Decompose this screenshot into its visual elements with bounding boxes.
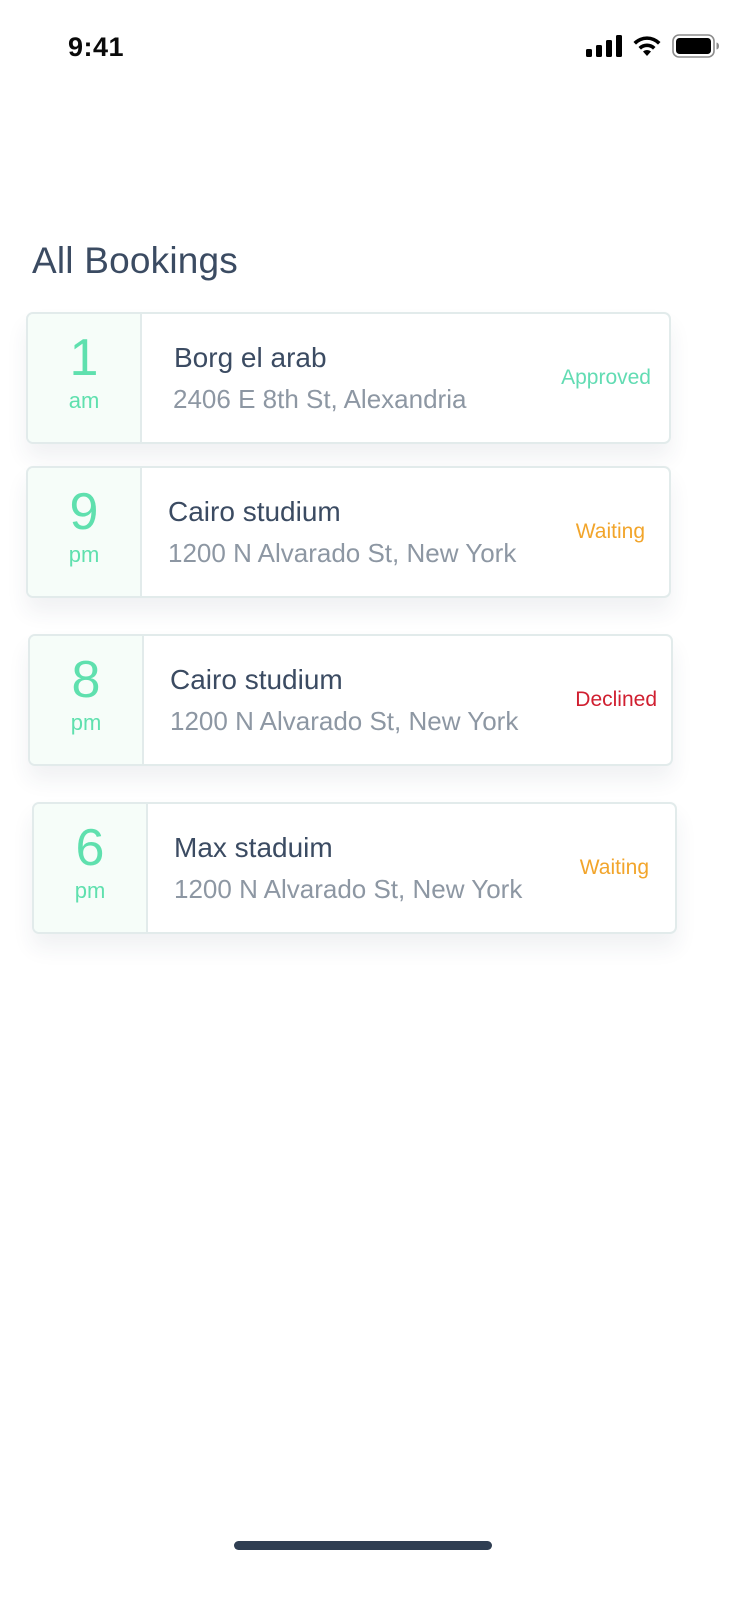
status-badge: Waiting <box>575 520 645 543</box>
venue-address: 1200 N Alvarado St, New York <box>170 706 519 736</box>
venue-address: 1200 N Alvarado St, New York <box>168 538 517 568</box>
status-badge: Waiting <box>579 856 649 879</box>
booking-card[interactable]: 1 am Borg el arab 2406 E 8th St, Alexand… <box>26 312 671 444</box>
venue-address: 1200 N Alvarado St, New York <box>174 874 523 904</box>
booking-hour: 8 <box>71 651 101 709</box>
home-indicator[interactable] <box>234 1541 492 1550</box>
booking-card[interactable]: 9 pm Cairo studium 1200 N Alvarado St, N… <box>26 466 671 598</box>
status-badge: Declined <box>575 688 657 711</box>
booking-hour: 1 <box>69 329 99 387</box>
booking-card[interactable]: 8 pm Cairo studium 1200 N Alvarado St, N… <box>28 634 673 766</box>
booking-time: 9 pm <box>28 468 142 596</box>
page-title: All Bookings <box>32 240 239 281</box>
venue-name: Cairo studium <box>168 496 341 527</box>
wifi-icon <box>633 36 661 56</box>
booking-card[interactable]: 6 pm Max staduim 1200 N Alvarado St, New… <box>32 802 677 934</box>
battery-icon <box>672 34 719 58</box>
status-icons <box>586 34 720 58</box>
booking-hour: 9 <box>69 483 99 541</box>
venue-name: Max staduim <box>174 832 333 863</box>
status-time: 9:41 <box>68 32 125 62</box>
booking-period: am <box>68 388 100 413</box>
booking-time: 6 pm <box>34 804 148 932</box>
booking-period: pm <box>70 710 102 735</box>
venue-name: Cairo studium <box>170 664 343 695</box>
cellular-signal-icon <box>586 35 622 57</box>
booking-time: 1 am <box>28 314 142 442</box>
status-badge: Approved <box>561 366 651 389</box>
booking-hour: 6 <box>75 819 105 877</box>
venue-address: 2406 E 8th St, Alexandria <box>173 384 467 414</box>
booking-time: 8 pm <box>30 636 144 764</box>
venue-name: Borg el arab <box>174 342 327 373</box>
booking-period: pm <box>68 542 100 567</box>
status-bar: 9:41 <box>0 0 750 96</box>
booking-period: pm <box>74 878 106 903</box>
